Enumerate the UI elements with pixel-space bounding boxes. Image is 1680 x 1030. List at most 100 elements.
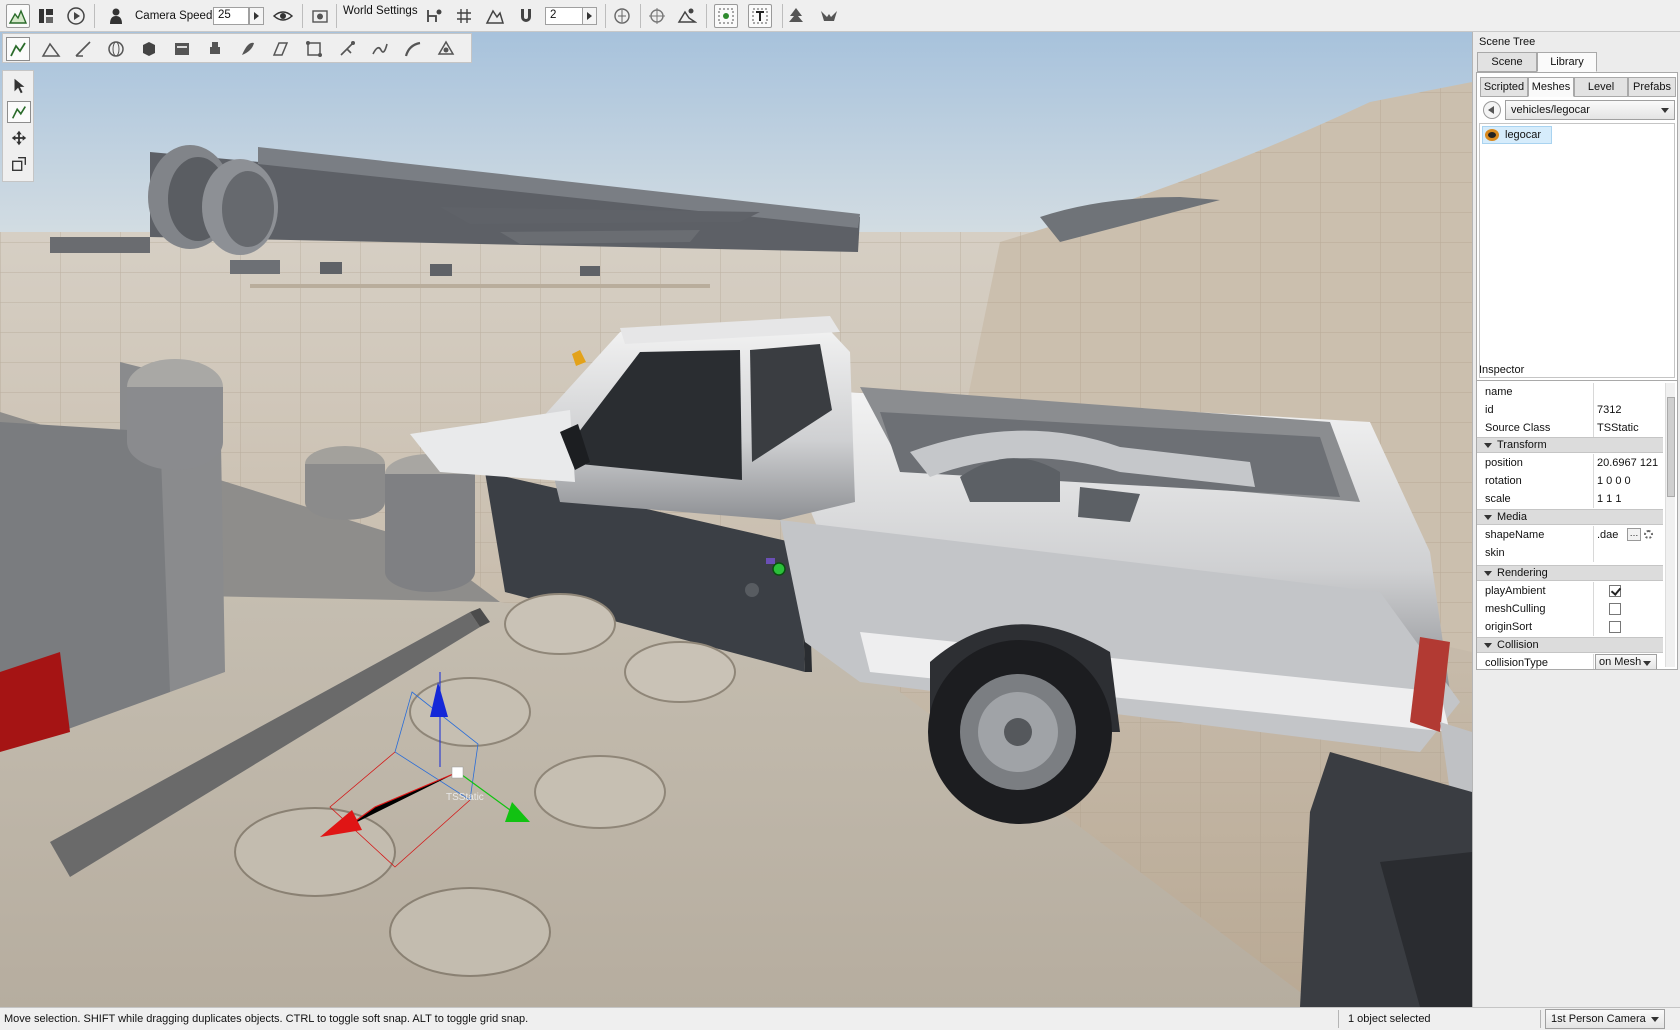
tab-library[interactable]: Library [1537, 52, 1597, 72]
main-toolbar: Camera Speed 25 World Settings 2 [0, 0, 1680, 32]
chevron-left-icon [1488, 106, 1494, 114]
inspector-row-shape-name[interactable]: shapeName .dae … [1477, 526, 1663, 544]
tab-scene[interactable]: Scene [1477, 52, 1537, 72]
inspector-row-skin[interactable]: skin [1477, 544, 1663, 562]
move-tool-icon[interactable] [7, 101, 31, 123]
camera-speed-label: Camera Speed [135, 10, 213, 22]
3d-viewport[interactable]: TSStatic [0, 32, 1472, 1007]
sphere-shape-icon[interactable] [104, 37, 128, 61]
subtab-scripted[interactable]: Scripted [1480, 77, 1528, 97]
inspector-panel: name id 7312 Source Class TSStatic Trans… [1476, 380, 1678, 670]
camera-snapshot-icon[interactable] [308, 4, 332, 28]
library-panel: Scripted Meshes Level Prefabs vehicles/l… [1476, 72, 1678, 382]
terrain-align-icon[interactable] [675, 4, 699, 28]
particle-editor-icon[interactable] [335, 37, 359, 61]
origin-sort-checkbox[interactable] [1609, 621, 1621, 633]
selection-count: 1 object selected [1348, 1013, 1431, 1025]
shape-name-value[interactable]: .dae [1597, 529, 1625, 541]
media-group-header[interactable]: Media [1477, 509, 1663, 525]
bounds-icon[interactable] [610, 4, 634, 28]
collision-group-header[interactable]: Collision [1477, 637, 1663, 653]
decal-editor-icon[interactable] [203, 37, 227, 61]
id-value: 7312 [1597, 404, 1622, 416]
road-editor-icon[interactable] [401, 37, 425, 61]
inspector-row-origin-sort: originSort [1477, 618, 1663, 636]
select-arrow-icon[interactable] [7, 75, 31, 97]
position-value[interactable]: 20.6967 121 [1597, 457, 1659, 469]
shape-editor-icon[interactable] [302, 37, 326, 61]
play-ambient-checkbox[interactable] [1609, 585, 1621, 597]
list-item[interactable]: legocar [1482, 126, 1552, 144]
grid-snap-icon[interactable] [452, 4, 476, 28]
visibility-eye-icon[interactable] [271, 4, 295, 28]
snap-value-field[interactable]: 2 [545, 7, 583, 25]
inspector-row-source-class: Source Class TSStatic [1477, 419, 1663, 437]
scene-render[interactable] [0, 32, 1472, 1007]
mesh-item-icon [1485, 129, 1499, 141]
scrollbar-thumb[interactable] [1667, 397, 1675, 497]
camera-mode-value: 1st Person Camera [1551, 1013, 1646, 1025]
collapse-arrow-icon [1484, 515, 1492, 520]
magnet-snap-icon[interactable] [514, 4, 538, 28]
inspector-row-mesh-culling: meshCulling [1477, 600, 1663, 618]
terrain-painter-icon[interactable] [71, 37, 95, 61]
back-navigation-button[interactable] [1483, 101, 1501, 119]
snap-value-increment-button[interactable] [582, 7, 597, 25]
datablock-editor-icon[interactable] [170, 37, 194, 61]
inspector-row-rotation[interactable]: rotation 1 0 0 0 [1477, 472, 1663, 490]
status-hint: Move selection. SHIFT while dragging dup… [4, 1013, 529, 1025]
terrain-editor-icon[interactable] [6, 4, 30, 28]
camera-mode-dropdown[interactable]: 1st Person Camera [1545, 1009, 1665, 1029]
inspector-row-id: id 7312 [1477, 401, 1663, 419]
mesh-culling-checkbox[interactable] [1609, 603, 1621, 615]
center-selection-icon[interactable] [645, 4, 669, 28]
navmesh-editor-icon[interactable] [434, 37, 458, 61]
inspector-row-play-ambient: playAmbient [1477, 582, 1663, 600]
camera-speed-field[interactable]: 25 [213, 7, 249, 25]
scale-tool-icon[interactable] [7, 153, 31, 175]
subtab-meshes[interactable]: Meshes [1528, 77, 1574, 97]
collision-type-dropdown[interactable]: on Mesh [1595, 654, 1657, 669]
material-editor-icon[interactable] [137, 37, 161, 61]
subtab-prefabs[interactable]: Prefabs [1628, 77, 1676, 97]
rendering-group-header[interactable]: Rendering [1477, 565, 1663, 581]
collapse-arrow-icon [1484, 571, 1492, 576]
gear-icon[interactable] [1644, 530, 1653, 539]
terrain-editor-icon[interactable] [39, 37, 63, 61]
collapse-arrow-icon [1484, 643, 1492, 648]
terrain-snap-icon[interactable] [483, 4, 507, 28]
collapse-arrow-icon [1484, 443, 1492, 448]
tool-palette [2, 33, 472, 63]
transform-group-header[interactable]: Transform [1477, 437, 1663, 453]
object-editor-icon[interactable] [6, 37, 30, 61]
object-icons-toggle-icon[interactable] [714, 4, 738, 28]
inspector-title: Inspector [1479, 364, 1525, 376]
object-snap-icon[interactable] [422, 4, 446, 28]
forest-tool-icon[interactable] [784, 4, 808, 28]
forest-editor-icon[interactable] [236, 37, 260, 61]
object-text-toggle-icon[interactable] [748, 4, 772, 28]
prefab-tool-icon[interactable] [817, 4, 841, 28]
library-path-dropdown[interactable]: vehicles/legocar [1505, 100, 1675, 120]
river-editor-icon[interactable] [368, 37, 392, 61]
subtab-level[interactable]: Level [1574, 77, 1628, 97]
chevron-down-icon [1651, 1017, 1659, 1022]
inspector-row-position[interactable]: position 20.6967 121 [1477, 454, 1663, 472]
gizmo-object-label: TSStatic [446, 792, 484, 803]
source-class-value: TSStatic [1597, 422, 1639, 434]
list-item-label: legocar [1505, 129, 1542, 141]
inspector-row-scale[interactable]: scale 1 1 1 [1477, 490, 1663, 508]
rotation-value[interactable]: 1 0 0 0 [1597, 475, 1659, 487]
browse-button[interactable]: … [1627, 528, 1641, 541]
scale-value[interactable]: 1 1 1 [1597, 493, 1659, 505]
inspector-scrollbar[interactable] [1665, 383, 1675, 667]
inspector-row-name[interactable]: name [1477, 383, 1663, 401]
camera-speed-increment-button[interactable] [249, 7, 264, 25]
play-icon[interactable] [64, 4, 88, 28]
rotate-tool-icon[interactable] [7, 127, 31, 149]
window-layout-icon[interactable] [34, 4, 58, 28]
world-settings-label[interactable]: World Settings [343, 5, 418, 17]
mesh-road-icon[interactable] [269, 37, 293, 61]
chevron-down-icon [1661, 108, 1669, 113]
library-list: legocar [1479, 123, 1675, 378]
